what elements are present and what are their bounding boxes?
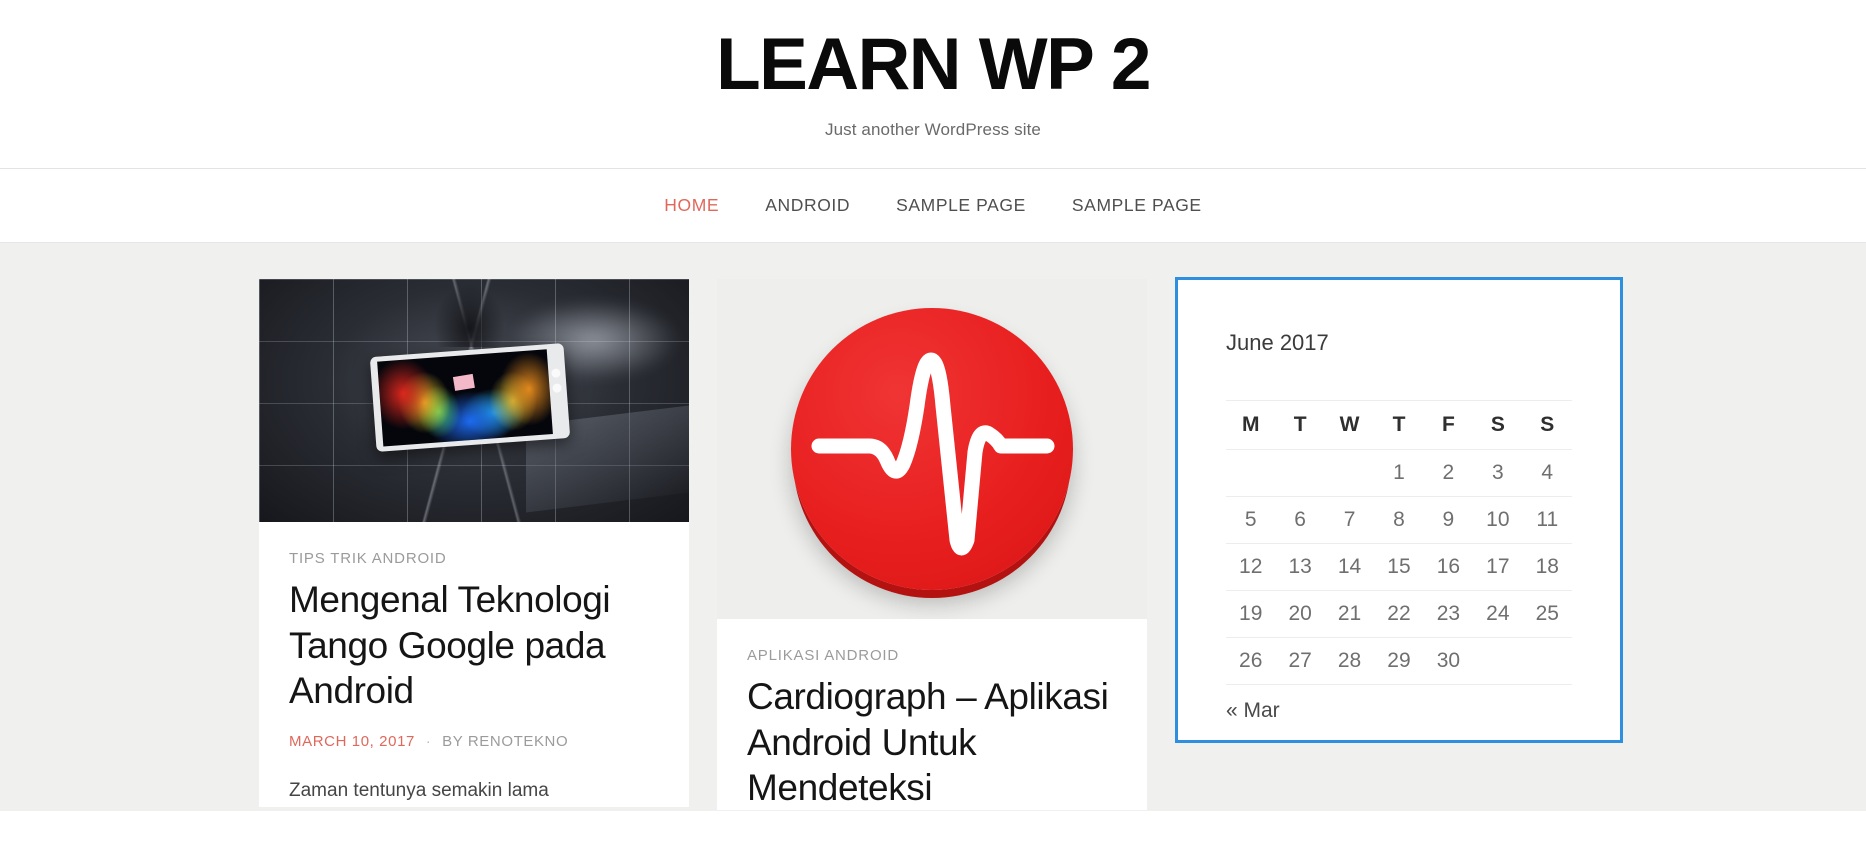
calendar-weekday-wed: W bbox=[1324, 400, 1375, 451]
post-category-link[interactable]: TIPS TRIK ANDROID bbox=[289, 550, 659, 567]
meta-separator: · bbox=[425, 732, 432, 750]
calendar-day[interactable]: 2 bbox=[1423, 449, 1474, 498]
content-grid: TIPS TRIK ANDROID Mengenal Teknologi Tan… bbox=[259, 277, 1623, 810]
calendar-day[interactable]: 26 bbox=[1226, 637, 1276, 686]
post-card[interactable]: TIPS TRIK ANDROID Mengenal Teknologi Tan… bbox=[259, 279, 689, 807]
primary-navigation: HOME ANDROID SAMPLE PAGE SAMPLE PAGE bbox=[0, 169, 1866, 244]
calendar-day[interactable]: 21 bbox=[1324, 590, 1375, 639]
calendar-body: 1 2 3 4 5 6 7 8 9 10 11 12 13 14 15 16 1… bbox=[1226, 449, 1572, 686]
calendar-caption: June 2017 bbox=[1226, 330, 1329, 356]
calendar-day[interactable]: 1 bbox=[1374, 449, 1424, 498]
tablet-camera-lens-bottom bbox=[551, 382, 562, 393]
nav-list: HOME ANDROID SAMPLE PAGE SAMPLE PAGE bbox=[641, 195, 1224, 216]
post-title-link[interactable]: Mengenal Teknologi Tango Google pada And… bbox=[289, 577, 659, 712]
pointcloud-pink-marker bbox=[452, 374, 475, 391]
calendar-day[interactable]: 14 bbox=[1324, 543, 1375, 592]
site-header: LEARN WP 2 Just another WordPress site bbox=[0, 0, 1866, 170]
calendar-day[interactable]: 19 bbox=[1226, 590, 1276, 639]
content-area: TIPS TRIK ANDROID Mengenal Teknologi Tan… bbox=[0, 243, 1866, 812]
calendar-weekday-tue: T bbox=[1275, 400, 1325, 451]
calendar-prev-month-link[interactable]: « Mar bbox=[1226, 699, 1280, 722]
post-body: TIPS TRIK ANDROID Mengenal Teknologi Tan… bbox=[259, 522, 689, 806]
calendar-day bbox=[1522, 637, 1572, 686]
nav-item-sample-page-2[interactable]: SAMPLE PAGE bbox=[1049, 195, 1225, 216]
calendar-weekday-fri: F bbox=[1423, 400, 1474, 451]
cardiograph-logo-disc bbox=[791, 308, 1073, 591]
calendar-weekday-sun: S bbox=[1522, 400, 1572, 451]
tablet-camera-lens-top bbox=[550, 367, 561, 378]
calendar-day[interactable]: 13 bbox=[1275, 543, 1325, 592]
calendar-day[interactable]: 25 bbox=[1522, 590, 1572, 639]
calendar-day[interactable]: 6 bbox=[1275, 496, 1325, 545]
calendar-weekday-thu: T bbox=[1374, 400, 1424, 451]
calendar-navigation: « Mar bbox=[1226, 685, 1572, 723]
calendar-day bbox=[1473, 637, 1523, 686]
calendar-weekday-mon: M bbox=[1226, 400, 1276, 451]
calendar-day[interactable]: 7 bbox=[1324, 496, 1375, 545]
calendar-day[interactable]: 28 bbox=[1324, 637, 1375, 686]
post-body: APLIKASI ANDROID Cardiograph – Aplikasi … bbox=[717, 619, 1147, 809]
tablet-device bbox=[369, 342, 570, 452]
calendar-weekday-sat: S bbox=[1473, 400, 1523, 451]
site-tagline: Just another WordPress site bbox=[825, 120, 1041, 140]
post-meta: MARCH 10, 2017 · BY RENOTEKNO bbox=[289, 733, 659, 750]
calendar-week-row: 26 27 28 29 30 bbox=[1226, 637, 1572, 686]
calendar-day[interactable]: 17 bbox=[1473, 543, 1523, 592]
post-thumbnail-cardiograph[interactable] bbox=[717, 279, 1147, 620]
calendar-weekday-row: M T W T F S S bbox=[1226, 400, 1572, 451]
calendar-day[interactable]: 5 bbox=[1226, 496, 1276, 545]
nav-link-android[interactable]: ANDROID bbox=[742, 195, 873, 216]
calendar-day[interactable]: 15 bbox=[1374, 543, 1424, 592]
site-title[interactable]: LEARN WP 2 bbox=[0, 26, 1866, 104]
nav-item-sample-page-1[interactable]: SAMPLE PAGE bbox=[873, 195, 1049, 216]
nav-link-sample-page-2[interactable]: SAMPLE PAGE bbox=[1049, 195, 1225, 216]
post-author[interactable]: BY RENOTEKNO bbox=[442, 733, 568, 750]
calendar-day[interactable]: 29 bbox=[1374, 637, 1424, 686]
post-card[interactable]: APLIKASI ANDROID Cardiograph – Aplikasi … bbox=[717, 279, 1147, 810]
calendar-day[interactable]: 27 bbox=[1275, 637, 1325, 686]
calendar-day[interactable]: 3 bbox=[1473, 449, 1523, 498]
calendar-day[interactable]: 24 bbox=[1473, 590, 1523, 639]
post-title-link[interactable]: Cardiograph – Aplikasi Android Untuk Men… bbox=[747, 674, 1117, 809]
calendar-day[interactable]: 22 bbox=[1374, 590, 1424, 639]
background-machine bbox=[435, 284, 505, 348]
calendar-day[interactable]: 10 bbox=[1473, 496, 1523, 545]
calendar-day[interactable]: 12 bbox=[1226, 543, 1276, 592]
calendar-day[interactable]: 4 bbox=[1522, 449, 1572, 498]
post-category-link[interactable]: APLIKASI ANDROID bbox=[747, 647, 1117, 664]
calendar-day bbox=[1275, 449, 1325, 498]
calendar-week-row: 12 13 14 15 16 17 18 bbox=[1226, 543, 1572, 592]
calendar-week-row: 1 2 3 4 bbox=[1226, 449, 1572, 498]
calendar-week-row: 5 6 7 8 9 10 11 bbox=[1226, 496, 1572, 545]
tablet-screen-pointcloud bbox=[377, 349, 553, 447]
calendar-day[interactable]: 20 bbox=[1275, 590, 1325, 639]
nav-item-android[interactable]: ANDROID bbox=[742, 195, 873, 216]
nav-item-home[interactable]: HOME bbox=[641, 195, 742, 216]
nav-link-sample-page-1[interactable]: SAMPLE PAGE bbox=[873, 195, 1049, 216]
calendar-day[interactable]: 11 bbox=[1522, 496, 1572, 545]
calendar-day[interactable]: 18 bbox=[1522, 543, 1572, 592]
post-date[interactable]: MARCH 10, 2017 bbox=[289, 733, 415, 750]
ecg-waveform-icon bbox=[811, 352, 1055, 556]
calendar-day[interactable]: 8 bbox=[1374, 496, 1424, 545]
calendar-week-row: 19 20 21 22 23 24 25 bbox=[1226, 590, 1572, 639]
post-excerpt: Zaman tentunya semakin lama bbox=[289, 779, 549, 801]
calendar-day[interactable]: 30 bbox=[1423, 637, 1474, 686]
calendar-table: M T W T F S S 1 2 3 4 5 6 7 8 9 10 11 12… bbox=[1226, 400, 1572, 686]
post-thumbnail-tango[interactable] bbox=[259, 279, 689, 523]
calendar-day[interactable]: 9 bbox=[1423, 496, 1474, 545]
calendar-day[interactable]: 23 bbox=[1423, 590, 1474, 639]
calendar-day[interactable]: 16 bbox=[1423, 543, 1474, 592]
nav-link-home[interactable]: HOME bbox=[641, 195, 742, 216]
calendar-widget[interactable]: June 2017 M T W T F S S 1 2 3 4 5 6 7 8 … bbox=[1175, 277, 1623, 744]
calendar-head: M T W T F S S bbox=[1226, 400, 1572, 451]
calendar-day bbox=[1324, 449, 1375, 498]
calendar-day bbox=[1226, 449, 1276, 498]
